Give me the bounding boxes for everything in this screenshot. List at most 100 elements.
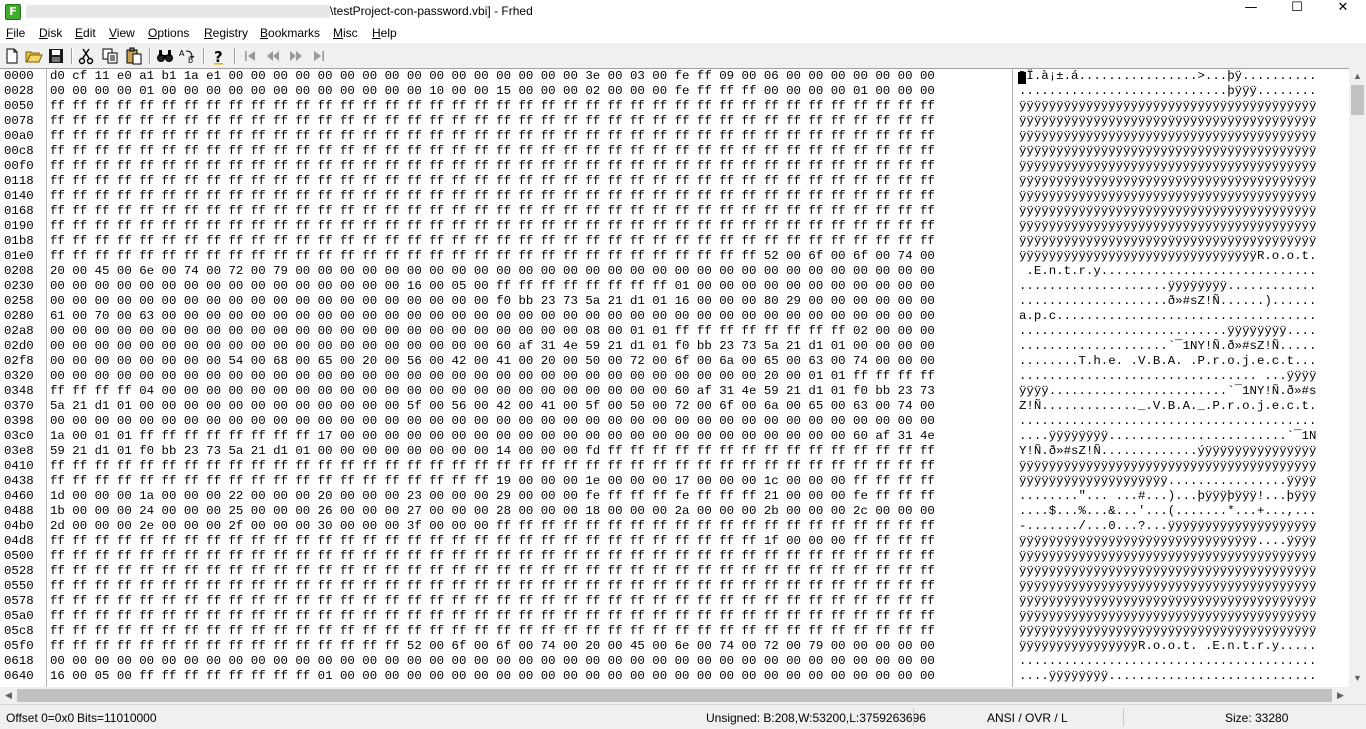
menu-disk[interactable]: Disk — [39, 26, 62, 40]
row-hex-bytes[interactable]: 00 00 00 00 00 00 00 00 00 00 00 00 00 0… — [50, 294, 935, 309]
menu-edit[interactable]: Edit — [75, 26, 96, 40]
row-hex-bytes[interactable]: 00 00 00 00 00 00 00 00 54 00 68 00 65 0… — [50, 354, 935, 369]
go-back-button[interactable] — [263, 46, 283, 66]
hex-editor-view[interactable]: 0000 d0 cf 11 e0 a1 b1 1a e1 00 00 00 00 … — [0, 68, 1349, 688]
row-hex-bytes[interactable]: ff ff ff ff ff ff ff ff ff ff ff ff ff f… — [50, 129, 935, 144]
row-hex-bytes[interactable]: ff ff ff ff ff ff ff ff ff ff ff ff ff f… — [50, 144, 935, 159]
menu-view[interactable]: View — [109, 26, 135, 40]
row-ascii-text[interactable]: ....$...%...&...'...(.......*...+...,... — [1019, 504, 1316, 519]
menu-bookmarks[interactable]: Bookmarks — [260, 26, 320, 40]
new-file-button[interactable] — [2, 46, 22, 66]
row-hex-bytes[interactable]: ff ff ff ff ff ff ff ff ff ff ff ff ff f… — [50, 564, 935, 579]
row-hex-bytes[interactable]: ff ff ff ff ff ff ff ff ff ff ff ff ff f… — [50, 534, 935, 549]
row-hex-bytes[interactable]: ff ff ff ff ff ff ff ff ff ff ff ff ff f… — [50, 114, 935, 129]
row-ascii-text[interactable]: ........................................ — [1019, 414, 1316, 429]
row-hex-bytes[interactable]: ff ff ff ff ff ff ff ff ff ff ff ff ff f… — [50, 99, 935, 114]
replace-button[interactable]: Ab — [178, 46, 198, 66]
row-ascii-text[interactable]: ÿÿÿÿÿÿÿÿÿÿÿÿÿÿÿÿÿÿÿÿÿÿÿÿÿÿÿÿÿÿÿÿÿÿÿÿÿÿÿÿ — [1019, 609, 1316, 624]
row-ascii-text[interactable]: ....ÿÿÿÿÿÿÿÿ........................`¯1N — [1019, 429, 1316, 444]
open-button[interactable] — [24, 46, 44, 66]
close-button[interactable]: ✕ — [1320, 0, 1366, 23]
row-hex-bytes[interactable]: 16 00 05 00 ff ff ff ff ff ff ff ff 01 0… — [50, 669, 935, 684]
row-ascii-text[interactable]: ....................ÿÿÿÿÿÿÿÿ............ — [1019, 279, 1316, 294]
row-ascii-text[interactable]: ÿÿÿÿÿÿÿÿÿÿÿÿÿÿÿÿÿÿÿÿÿÿÿÿÿÿÿÿÿÿÿÿ....ÿÿÿÿ — [1019, 534, 1316, 549]
row-ascii-text[interactable]: ÿÿÿÿÿÿÿÿÿÿÿÿÿÿÿÿÿÿÿÿÿÿÿÿÿÿÿÿÿÿÿÿÿÿÿÿÿÿÿÿ — [1019, 159, 1316, 174]
menu-file[interactable]: File — [6, 26, 25, 40]
row-ascii-text[interactable]: ............................þÿÿÿ........ — [1019, 84, 1316, 99]
row-hex-bytes[interactable]: ff ff ff ff ff ff ff ff ff ff ff ff ff f… — [50, 159, 935, 174]
copy-button[interactable] — [100, 46, 120, 66]
row-hex-bytes[interactable]: d0 cf 11 e0 a1 b1 1a e1 00 00 00 00 00 0… — [50, 69, 935, 84]
save-button[interactable] — [46, 46, 66, 66]
maximize-button[interactable]: ☐ — [1274, 0, 1320, 23]
row-hex-bytes[interactable]: 00 00 00 00 00 00 00 00 00 00 00 00 00 0… — [50, 414, 935, 429]
scroll-right-icon[interactable]: ▶ — [1332, 687, 1349, 704]
row-ascii-text[interactable]: ÐÏ.à¡±.á................>...þÿ.......... — [1019, 69, 1316, 84]
cut-button[interactable] — [76, 46, 96, 66]
row-ascii-text[interactable]: -......./...0...?...ÿÿÿÿÿÿÿÿÿÿÿÿÿÿÿÿÿÿÿÿ — [1019, 519, 1316, 534]
row-hex-bytes[interactable]: 00 00 00 00 00 00 00 00 00 00 00 00 00 0… — [50, 654, 935, 669]
row-hex-bytes[interactable]: ff ff ff ff ff ff ff ff ff ff ff ff ff f… — [50, 639, 935, 654]
row-ascii-text[interactable]: ÿÿÿÿÿÿÿÿÿÿÿÿÿÿÿÿÿÿÿÿÿÿÿÿÿÿÿÿÿÿÿÿÿÿÿÿÿÿÿÿ — [1019, 144, 1316, 159]
row-ascii-text[interactable]: ....ÿÿÿÿÿÿÿÿ............................ — [1019, 669, 1316, 684]
row-ascii-text[interactable]: .E.n.t.r.y............................. — [1019, 264, 1316, 279]
row-ascii-text[interactable]: ................................ ...ÿÿÿÿ — [1019, 369, 1316, 384]
row-ascii-text[interactable]: ÿÿÿÿÿÿÿÿÿÿÿÿÿÿÿÿÿÿÿÿÿÿÿÿÿÿÿÿÿÿÿÿÿÿÿÿÿÿÿÿ — [1019, 624, 1316, 639]
row-hex-bytes[interactable]: 5a 21 d1 01 00 00 00 00 00 00 00 00 00 0… — [50, 399, 935, 414]
find-button[interactable] — [155, 46, 175, 66]
row-hex-bytes[interactable]: ff ff ff ff ff ff ff ff ff ff ff ff ff f… — [50, 219, 935, 234]
row-ascii-text[interactable]: ÿÿÿÿÿÿÿÿÿÿÿÿÿÿÿÿÿÿÿÿÿÿÿÿÿÿÿÿÿÿÿÿÿÿÿÿÿÿÿÿ — [1019, 549, 1316, 564]
row-hex-bytes[interactable]: 00 00 00 00 00 00 00 00 00 00 00 00 00 0… — [50, 369, 935, 384]
row-ascii-text[interactable]: a.p.c................................... — [1019, 309, 1316, 324]
paste-button[interactable] — [124, 46, 144, 66]
row-ascii-text[interactable]: ÿÿÿÿÿÿÿÿÿÿÿÿÿÿÿÿÿÿÿÿÿÿÿÿÿÿÿÿÿÿÿÿÿÿÿÿÿÿÿÿ — [1019, 234, 1316, 249]
row-ascii-text[interactable]: ............................ÿÿÿÿÿÿÿÿ.... — [1019, 324, 1316, 339]
row-ascii-text[interactable]: ÿÿÿÿÿÿÿÿÿÿÿÿÿÿÿÿÿÿÿÿÿÿÿÿÿÿÿÿÿÿÿÿÿÿÿÿÿÿÿÿ — [1019, 459, 1316, 474]
row-ascii-text[interactable]: ........T.h.e. .V.B.A. .P.r.o.j.e.c.t... — [1019, 354, 1316, 369]
go-last-button[interactable] — [309, 46, 329, 66]
row-ascii-text[interactable]: ÿÿÿÿÿÿÿÿÿÿÿÿÿÿÿÿÿÿÿÿÿÿÿÿÿÿÿÿÿÿÿÿÿÿÿÿÿÿÿÿ — [1019, 99, 1316, 114]
menu-options[interactable]: Options — [148, 26, 189, 40]
row-ascii-text[interactable]: ÿÿÿÿÿÿÿÿÿÿÿÿÿÿÿÿÿÿÿÿÿÿÿÿÿÿÿÿÿÿÿÿÿÿÿÿÿÿÿÿ — [1019, 189, 1316, 204]
row-hex-bytes[interactable]: 61 00 70 00 63 00 00 00 00 00 00 00 00 0… — [50, 309, 935, 324]
scroll-up-icon[interactable]: ▲ — [1349, 68, 1366, 85]
row-ascii-text[interactable]: ....................`¯1NY!Ñ.ð»#sZ!Ñ..... — [1019, 339, 1316, 354]
row-ascii-text[interactable]: ÿÿÿÿÿÿÿÿÿÿÿÿÿÿÿÿÿÿÿÿÿÿÿÿÿÿÿÿÿÿÿÿÿÿÿÿÿÿÿÿ — [1019, 579, 1316, 594]
row-ascii-text[interactable]: ÿÿÿÿÿÿÿÿÿÿÿÿÿÿÿÿÿÿÿÿ................ÿÿÿÿ — [1019, 474, 1316, 489]
row-hex-bytes[interactable]: ff ff ff ff ff ff ff ff ff ff ff ff ff f… — [50, 459, 935, 474]
frhed-app-icon[interactable]: F — [5, 4, 21, 20]
menu-help[interactable]: Help — [372, 26, 397, 40]
scroll-left-icon[interactable]: ◀ — [0, 687, 17, 704]
row-hex-bytes[interactable]: 00 00 00 00 00 00 00 00 00 00 00 00 00 0… — [50, 279, 935, 294]
row-hex-bytes[interactable]: 00 00 00 00 00 00 00 00 00 00 00 00 00 0… — [50, 324, 935, 339]
row-hex-bytes[interactable]: ff ff ff ff ff ff ff ff ff ff ff ff ff f… — [50, 174, 935, 189]
row-ascii-text[interactable]: ÿÿÿÿÿÿÿÿÿÿÿÿÿÿÿÿÿÿÿÿÿÿÿÿÿÿÿÿÿÿÿÿÿÿÿÿÿÿÿÿ — [1019, 129, 1316, 144]
row-hex-bytes[interactable]: ff ff ff ff ff ff ff ff ff ff ff ff ff f… — [50, 609, 935, 624]
row-hex-bytes[interactable]: 2d 00 00 00 2e 00 00 00 2f 00 00 00 30 0… — [50, 519, 935, 534]
row-hex-bytes[interactable]: 1a 00 01 01 ff ff ff ff ff ff ff ff 17 0… — [50, 429, 935, 444]
menu-misc[interactable]: Misc — [333, 26, 358, 40]
row-ascii-text[interactable]: Z!Ñ............._.V.B.A._.P.r.o.j.e.c.t. — [1019, 399, 1316, 414]
row-ascii-text[interactable]: Y!Ñ.ð»#sZ!Ñ.............ýÿÿÿÿÿÿÿÿÿÿÿÿÿÿÿ — [1019, 444, 1316, 459]
row-hex-bytes[interactable]: ff ff ff ff ff ff ff ff ff ff ff ff ff f… — [50, 594, 935, 609]
row-hex-bytes[interactable]: 20 00 45 00 6e 00 74 00 72 00 79 00 00 0… — [50, 264, 935, 279]
vertical-scroll-thumb[interactable] — [1351, 85, 1364, 115]
row-ascii-text[interactable]: ÿÿÿÿÿÿÿÿÿÿÿÿÿÿÿÿÿÿÿÿÿÿÿÿÿÿÿÿÿÿÿÿÿÿÿÿÿÿÿÿ — [1019, 174, 1316, 189]
row-ascii-text[interactable]: ....................ð»#sZ!Ñ......)...... — [1019, 294, 1316, 309]
row-hex-bytes[interactable]: ff ff ff ff ff ff ff ff ff ff ff ff ff f… — [50, 474, 935, 489]
row-hex-bytes[interactable]: 1b 00 00 00 24 00 00 00 25 00 00 00 26 0… — [50, 504, 935, 519]
row-ascii-text[interactable]: ÿÿÿÿÿÿÿÿÿÿÿÿÿÿÿÿR.o.o.t. .E.n.t.r.y..... — [1019, 639, 1316, 654]
horizontal-scroll-thumb[interactable] — [17, 689, 1332, 702]
row-ascii-text[interactable]: ÿÿÿÿÿÿÿÿÿÿÿÿÿÿÿÿÿÿÿÿÿÿÿÿÿÿÿÿÿÿÿÿÿÿÿÿÿÿÿÿ — [1019, 114, 1316, 129]
row-hex-bytes[interactable]: ff ff ff ff ff ff ff ff ff ff ff ff ff f… — [50, 249, 935, 264]
scroll-down-icon[interactable]: ▼ — [1349, 670, 1366, 687]
vertical-scrollbar[interactable]: ▲ ▼ — [1349, 68, 1366, 687]
row-hex-bytes[interactable]: ff ff ff ff ff ff ff ff ff ff ff ff ff f… — [50, 189, 935, 204]
row-hex-bytes[interactable]: ff ff ff ff 04 00 00 00 00 00 00 00 00 0… — [50, 384, 935, 399]
help-button[interactable]: ? — [209, 46, 229, 66]
row-hex-bytes[interactable]: ff ff ff ff ff ff ff ff ff ff ff ff ff f… — [50, 549, 935, 564]
row-hex-bytes[interactable]: 00 00 00 00 00 00 00 00 00 00 00 00 00 0… — [50, 339, 935, 354]
row-ascii-text[interactable]: ÿÿÿÿ........................`¯1NY!Ñ.ð»#s — [1019, 384, 1316, 399]
row-ascii-text[interactable]: ........................................ — [1019, 654, 1316, 669]
row-hex-bytes[interactable]: ff ff ff ff ff ff ff ff ff ff ff ff ff f… — [50, 579, 935, 594]
